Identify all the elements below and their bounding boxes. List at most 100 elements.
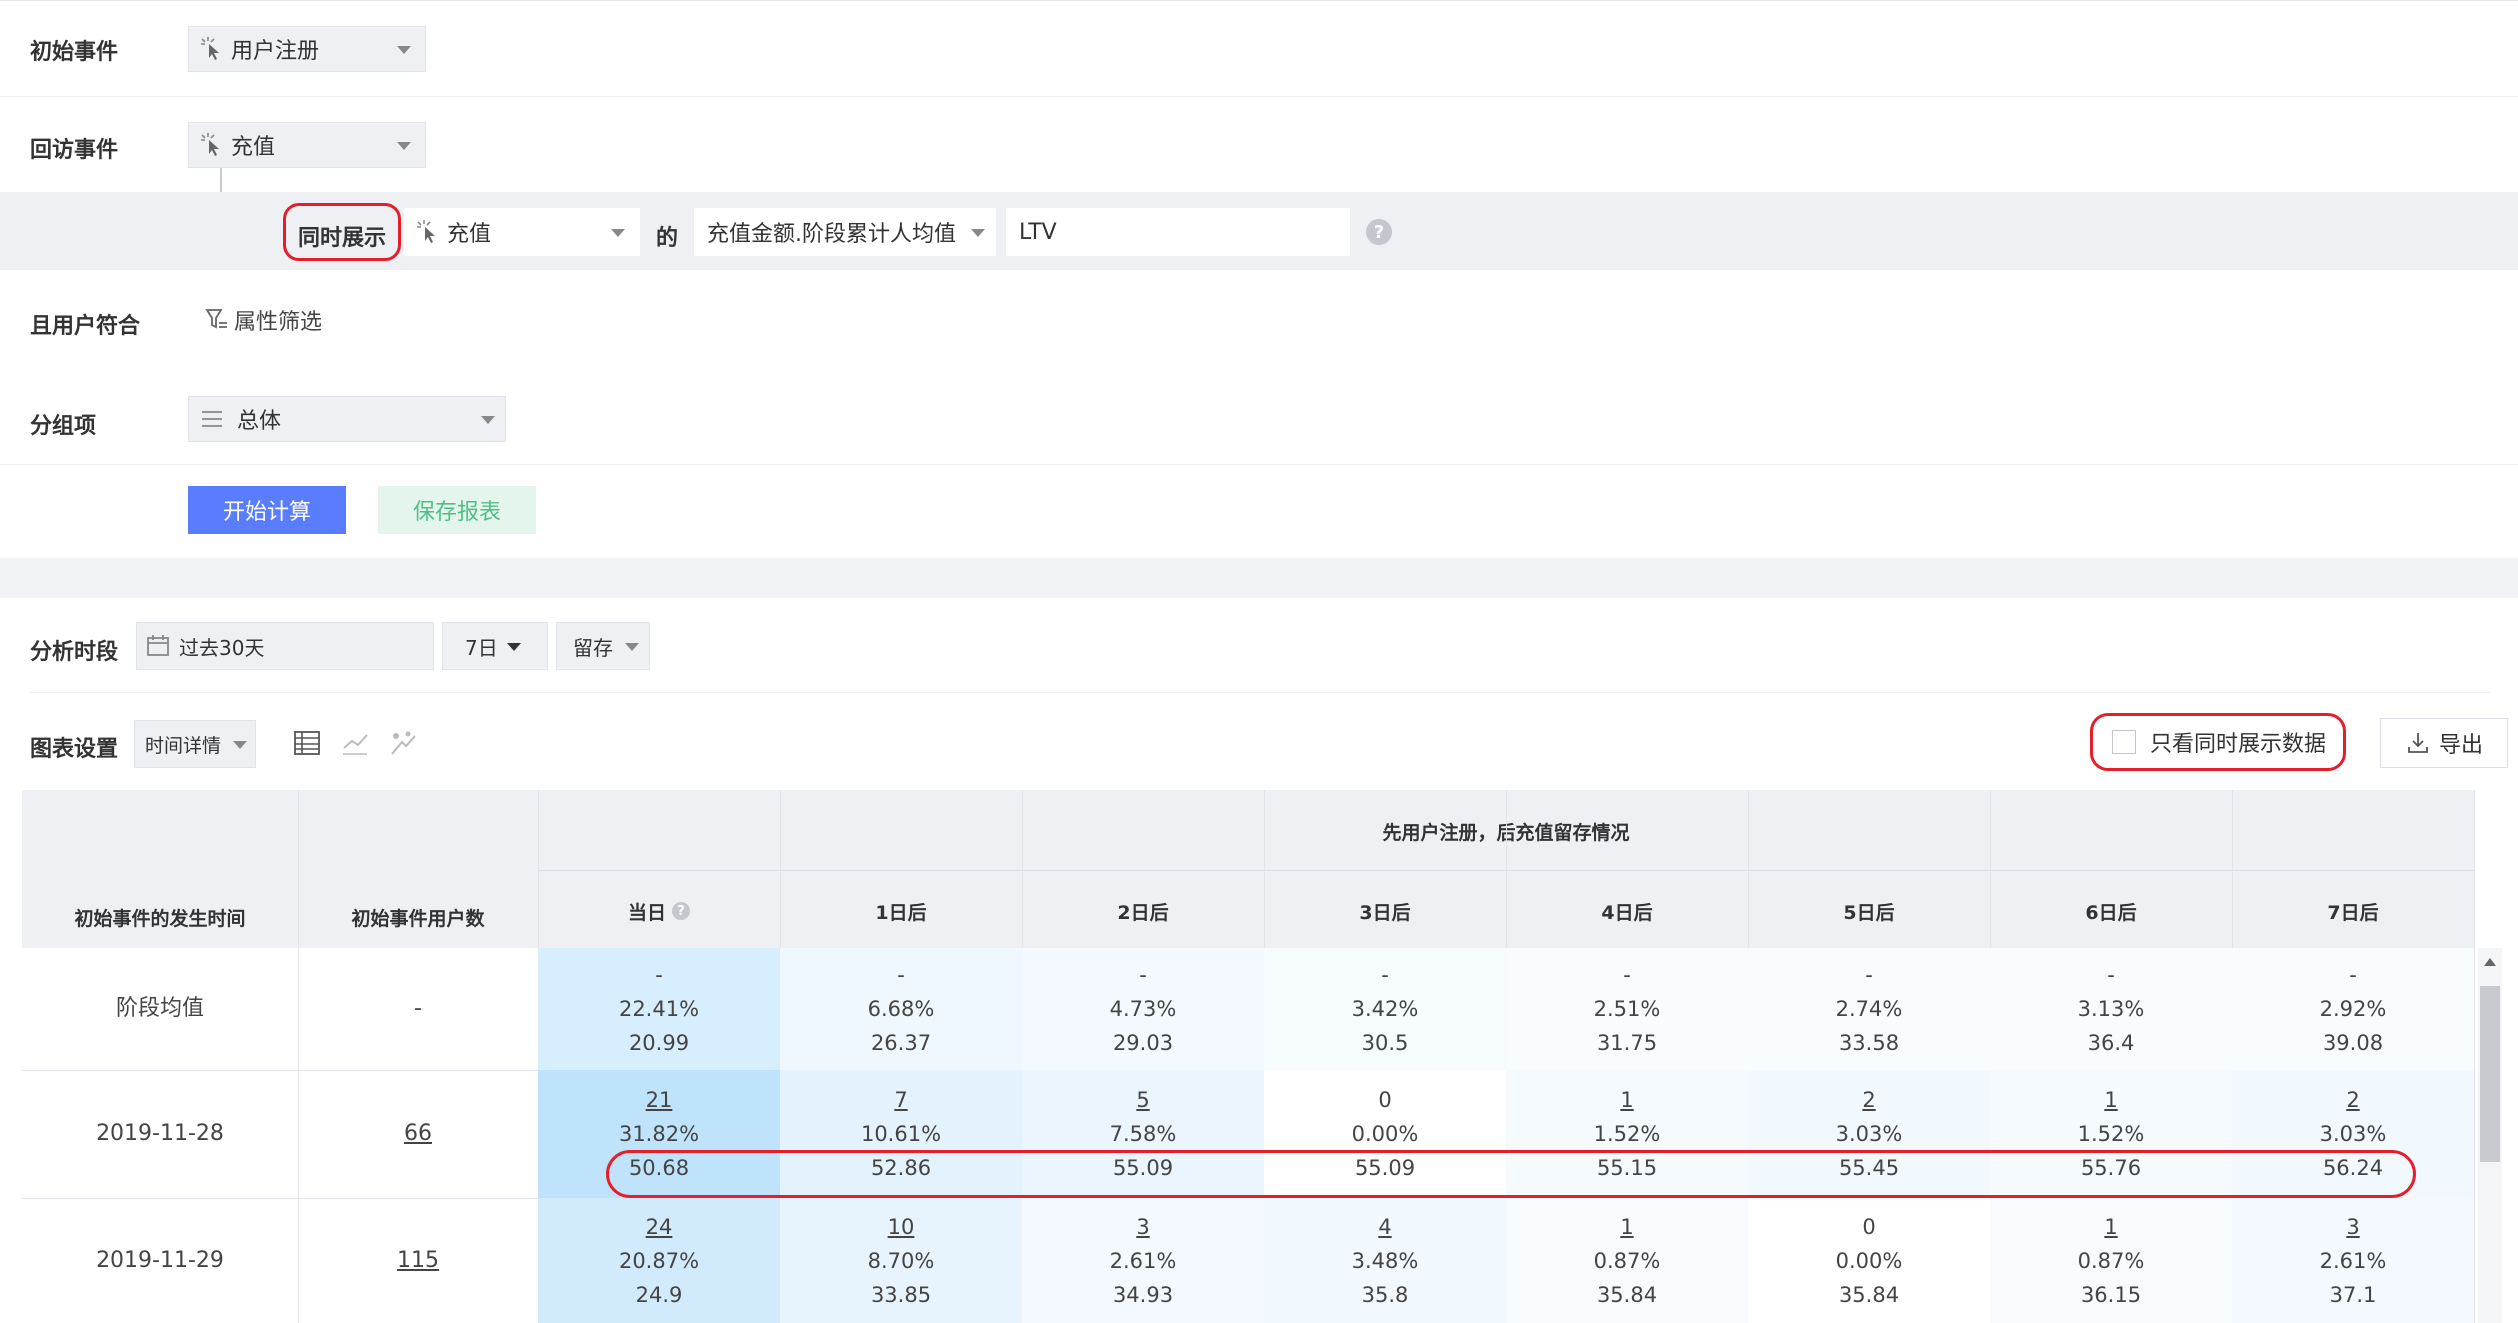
retention-rate: 3.03%: [1835, 1122, 1903, 1146]
row-users-cell[interactable]: 115: [298, 1198, 538, 1323]
retained-count[interactable]: 1: [2104, 1083, 2117, 1117]
retained-count[interactable]: 7: [894, 1083, 907, 1117]
col-header-day: 1日后: [780, 880, 1022, 942]
initial-event-select[interactable]: 用户注册: [188, 26, 426, 72]
click-event-icon: [199, 36, 225, 62]
retention-cell: 24 20.87% 24.9: [538, 1198, 780, 1323]
download-icon: [2405, 730, 2431, 756]
col-header-day-label: 3日后: [1359, 901, 1411, 924]
divider: [30, 692, 2490, 693]
retention-cell: - 6.68% 26.37: [780, 948, 1022, 1070]
metric-select[interactable]: 充值金额.阶段累计人均值: [694, 208, 996, 256]
row-time-cell: 2019-11-28: [96, 1121, 224, 1146]
group-value: 总体: [237, 409, 282, 434]
ltv-value: 30.5: [1361, 1031, 1409, 1055]
line-chart-icon[interactable]: [340, 728, 370, 758]
retained-count: -: [2107, 963, 2115, 987]
retained-count: -: [1381, 963, 1389, 987]
retention-rate: 8.70%: [867, 1248, 935, 1273]
col-header-day-label: 1日后: [875, 901, 927, 924]
row-users-cell[interactable]: 66: [298, 1070, 538, 1198]
return-event-select[interactable]: 充值: [188, 122, 426, 168]
retention-rate: 2.92%: [2319, 997, 2387, 1021]
retained-count[interactable]: 4: [1378, 1210, 1391, 1244]
simul-event-select[interactable]: 充值: [404, 208, 640, 256]
retained-count: -: [2349, 963, 2357, 987]
scrollbar-thumb[interactable]: [2480, 986, 2500, 1162]
ltv-value: 24.9: [635, 1282, 683, 1307]
retained-count: -: [1139, 963, 1147, 987]
table-view-icon[interactable]: [292, 728, 322, 758]
retained-count[interactable]: 5: [1136, 1083, 1149, 1117]
users-count[interactable]: 66: [404, 1117, 432, 1151]
granularity-select[interactable]: 7日: [442, 622, 548, 670]
initial-event-value: 用户注册: [231, 39, 320, 64]
group-label: 分组项: [30, 414, 97, 439]
alias-input[interactable]: LTV: [1006, 208, 1350, 256]
save-report-button[interactable]: 保存报表: [378, 486, 536, 534]
retained-count[interactable]: 21: [646, 1083, 673, 1117]
col-header-day: 2日后: [1022, 880, 1264, 942]
users-count[interactable]: 115: [397, 1244, 439, 1278]
retention-cell: 4 3.48% 35.8: [1264, 1198, 1506, 1323]
retention-cell: - 2.51% 31.75: [1506, 948, 1748, 1070]
retained-count[interactable]: 1: [2104, 1210, 2117, 1244]
help-icon[interactable]: ?: [1366, 219, 1392, 245]
retention-rate: 4.73%: [1109, 997, 1177, 1021]
col-header-day: 3日后: [1264, 880, 1506, 942]
chart-mode-select[interactable]: 时间详情: [134, 720, 256, 768]
simul-event-value: 充值: [447, 222, 492, 247]
retention-cell: - 2.92% 39.08: [2232, 948, 2474, 1070]
highlight-box: [2090, 713, 2346, 771]
export-label: 导出: [2438, 733, 2483, 758]
retention-cell: 3 2.61% 37.1: [2232, 1198, 2474, 1323]
ltv-value: 36.15: [2080, 1282, 2142, 1307]
retained-count[interactable]: 1: [1620, 1210, 1633, 1244]
retention-cell: - 22.41% 20.99: [538, 948, 780, 1070]
attr-filter-button[interactable]: 属性筛选: [204, 304, 322, 336]
col-header-day: 4日后: [1506, 880, 1748, 942]
retention-cell: 10 8.70% 33.85: [780, 1198, 1022, 1323]
retained-count[interactable]: 10: [888, 1210, 915, 1244]
return-event-value: 充值: [231, 135, 276, 160]
col-header-users: 初始事件用户数: [351, 907, 485, 930]
retained-count[interactable]: 2: [1862, 1083, 1875, 1117]
chevron-down-icon: [397, 46, 411, 54]
retained-count[interactable]: 2: [2346, 1083, 2359, 1117]
ltv-value: 29.03: [1112, 1031, 1174, 1055]
retention-rate: 1.52%: [2077, 1122, 2145, 1146]
ltv-value: 37.1: [2329, 1282, 2377, 1307]
export-button[interactable]: 导出: [2380, 718, 2508, 768]
period-select[interactable]: 过去30天: [136, 622, 434, 670]
col-header-day-label: 7日后: [2327, 901, 2379, 924]
retention-rate: 2.74%: [1835, 997, 1903, 1021]
retention-rate: 3.03%: [2319, 1122, 2387, 1146]
retention-cell: - 3.42% 30.5: [1264, 948, 1506, 1070]
group-select[interactable]: 总体: [188, 396, 506, 442]
scroll-up-icon[interactable]: [2484, 958, 2496, 966]
click-event-icon: [199, 132, 225, 158]
highlight-box: [283, 203, 401, 261]
retained-count[interactable]: 3: [1136, 1210, 1149, 1244]
help-icon[interactable]: ?: [672, 902, 690, 920]
retained-count[interactable]: 24: [646, 1210, 673, 1244]
ltv-value: 35.84: [1596, 1282, 1658, 1307]
retention-rate: 31.82%: [618, 1122, 700, 1146]
users-count: -: [414, 996, 422, 1021]
chart-mode-value: 时间详情: [145, 734, 222, 757]
retained-count[interactable]: 3: [2346, 1210, 2359, 1244]
highlight-box: [606, 1150, 2416, 1198]
col-header-time: 初始事件的发生时间: [74, 907, 246, 930]
calendar-icon: [145, 633, 171, 659]
divider: [0, 464, 2518, 465]
col-header-day: 6日后: [1990, 880, 2232, 942]
start-calc-button[interactable]: 开始计算: [188, 486, 346, 534]
user-filter-label: 且用户符合: [30, 314, 141, 339]
retention-cell: - 4.73% 29.03: [1022, 948, 1264, 1070]
scatter-chart-icon[interactable]: [388, 728, 418, 758]
chart-settings-label: 图表设置: [30, 737, 119, 762]
retained-count[interactable]: 1: [1620, 1083, 1633, 1117]
type-select[interactable]: 留存: [556, 622, 650, 670]
row-time-cell: 2019-11-29: [96, 1247, 224, 1273]
granularity-value: 7日: [465, 635, 498, 660]
